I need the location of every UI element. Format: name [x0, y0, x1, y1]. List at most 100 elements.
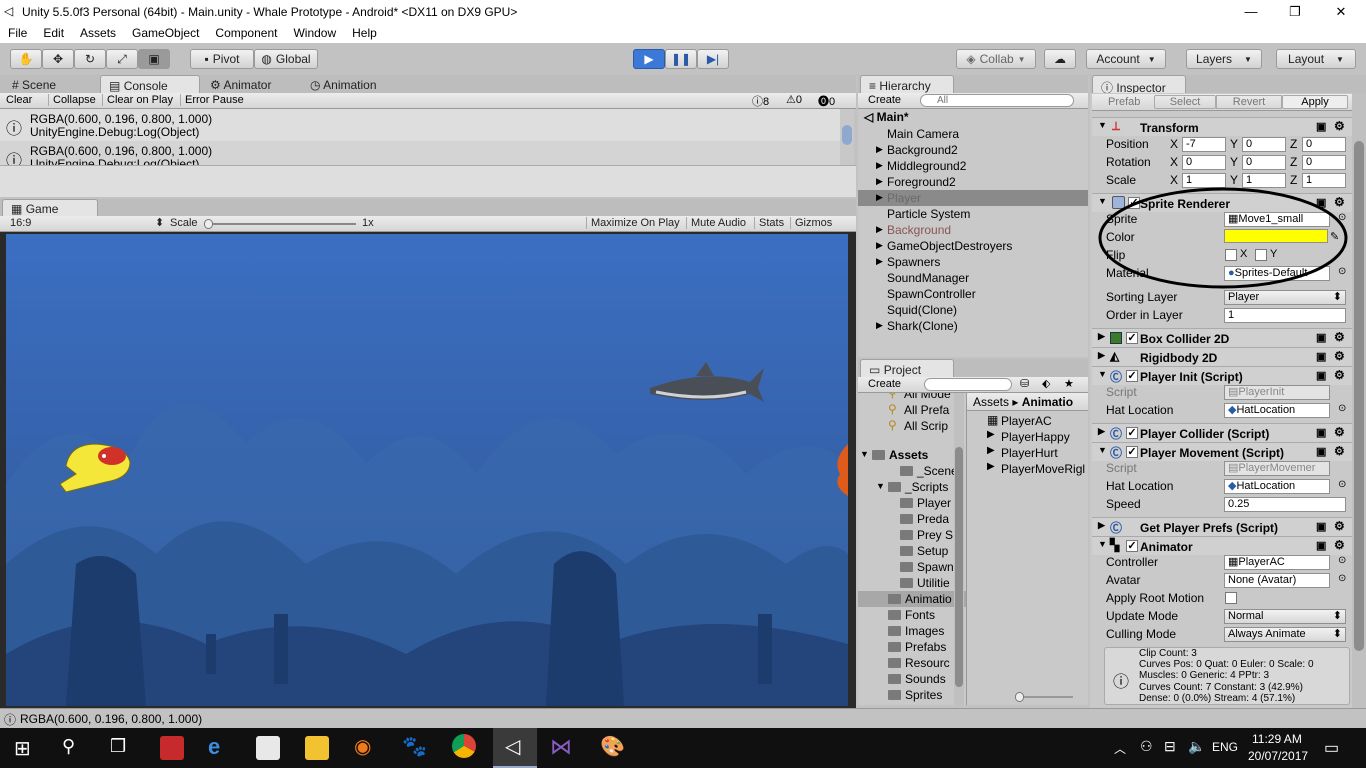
folder-item[interactable]: Prefabs [858, 639, 966, 655]
project-search-input[interactable] [924, 378, 1012, 391]
notification-icon[interactable]: ▭ [1324, 738, 1339, 758]
menu-gameobject[interactable]: GameObject [124, 26, 207, 40]
maximize-on-play-button[interactable]: Maximize On Play [586, 217, 680, 229]
gear-icon[interactable]: ⚙ [1334, 444, 1345, 458]
task-view-icon[interactable]: ❒ [110, 736, 126, 757]
chevron-right-icon[interactable]: ▶ [876, 256, 883, 267]
favorite-item[interactable]: ⚲ All Scrip [858, 418, 954, 434]
sorting-layer-dropdown[interactable]: Player ⬍ [1224, 290, 1346, 305]
collapse-button[interactable]: Collapse [48, 94, 96, 106]
transform-header[interactable]: ▼ ⟂ Transform ▣ ⚙ [1092, 117, 1354, 136]
menu-window[interactable]: Window [285, 26, 344, 40]
help-book-icon[interactable]: ▣ [1316, 539, 1326, 552]
chevron-down-icon[interactable]: ▼ [876, 481, 885, 491]
box-collider-header[interactable]: ▶ ✓ Box Collider 2D ▣ ⚙ [1092, 328, 1354, 347]
hierarchy-item[interactable]: ▶ Middleground2 [858, 158, 1088, 174]
error-pause-button[interactable]: Error Pause [180, 94, 244, 106]
volume-icon[interactable]: 🔈 [1188, 738, 1205, 755]
folder-item[interactable]: ▼ _Scripts [858, 479, 966, 495]
scrollbar-thumb[interactable] [1354, 141, 1364, 651]
menu-assets[interactable]: Assets [72, 26, 124, 40]
layout-dropdown[interactable]: Layout ▼ [1276, 49, 1356, 69]
folder-item[interactable]: Setup [858, 543, 966, 559]
gear-icon[interactable]: ⚙ [1334, 538, 1345, 552]
animator-enabled-checkbox[interactable]: ✓ [1126, 540, 1138, 552]
network-icon[interactable]: ⊟ [1164, 738, 1176, 755]
filter-type-icon[interactable]: ⛁ [1020, 377, 1029, 390]
player-init-header[interactable]: ▼ Ⓒ ✓ Player Init (Script) ▣ ⚙ [1092, 366, 1354, 385]
chevron-up-icon[interactable]: ︿ [1114, 740, 1126, 757]
prefab-apply-button[interactable]: Apply [1282, 95, 1348, 109]
object-picker-icon[interactable]: ⊙ [1338, 573, 1346, 584]
chrome-icon[interactable] [452, 734, 476, 758]
error-count-toggle[interactable]: ⓿0 [818, 93, 835, 109]
inspector-scrollbar[interactable] [1352, 93, 1366, 708]
tab-scene[interactable]: # Scene [4, 75, 64, 93]
gear-icon[interactable]: ⚙ [1334, 425, 1345, 439]
pause-button[interactable]: ❚❚ [665, 49, 697, 69]
scrollbar-thumb[interactable] [842, 125, 852, 145]
windows-start-icon[interactable]: ⊞ [14, 736, 31, 761]
help-book-icon[interactable]: ▣ [1316, 426, 1326, 439]
gimp-icon[interactable]: 🐾 [402, 734, 427, 759]
game-viewport[interactable] [6, 234, 848, 706]
chevron-down-icon[interactable]: ▼ [860, 449, 869, 459]
icon-size-slider-thumb[interactable] [1015, 692, 1024, 702]
box-collider-enabled-checkbox[interactable]: ✓ [1126, 332, 1138, 344]
edge-browser-icon[interactable]: e [208, 734, 220, 760]
hierarchy-search-input[interactable] [920, 94, 1074, 107]
menu-file[interactable]: File [0, 26, 35, 40]
star-icon[interactable]: ★ [1064, 377, 1074, 390]
hierarchy-item[interactable]: ▶ Player [858, 190, 1088, 206]
hierarchy-item[interactable]: ▶ Background [858, 222, 1088, 238]
pivot-button[interactable]: ▪ Pivot [190, 49, 254, 69]
tab-project[interactable]: ▭ Project [860, 359, 954, 377]
clock-time[interactable]: 11:29 AM [1252, 732, 1302, 746]
rigidbody-header[interactable]: ▶ ◭ Rigidbody 2D ▣ ⚙ [1092, 347, 1354, 366]
gizmos-button[interactable]: Gizmos [790, 217, 832, 229]
layers-dropdown[interactable]: Layers ▼ [1186, 49, 1262, 69]
tab-animator[interactable]: ⚙ Animator [202, 75, 279, 93]
scrollbar-thumb[interactable] [955, 447, 963, 687]
pos-x-field[interactable]: -7 [1182, 137, 1226, 152]
search-icon[interactable]: ⚲ [62, 736, 75, 757]
help-book-icon[interactable]: ▣ [1316, 120, 1326, 133]
rotate-tool-button[interactable]: ↻ [74, 49, 106, 69]
folder-item[interactable]: Spawn [858, 559, 966, 575]
hierarchy-create-button[interactable]: Create [868, 94, 901, 106]
rot-z-field[interactable]: 0 [1302, 155, 1346, 170]
folder-item[interactable]: Sprites [858, 687, 966, 703]
global-button[interactable]: ◍ Global [254, 49, 318, 69]
object-picker-icon[interactable]: ⊙ [1338, 555, 1346, 566]
menu-component[interactable]: Component [207, 26, 285, 40]
speed-field[interactable]: 0.25 [1224, 497, 1346, 512]
hierarchy-item[interactable]: Squid(Clone) [858, 302, 1088, 318]
project-create-button[interactable]: Create [868, 378, 901, 390]
collab-dropdown[interactable]: ◈ Collab ▼ [956, 49, 1036, 69]
clear-on-play-button[interactable]: Clear on Play [102, 94, 173, 106]
chevron-right-icon[interactable]: ▶ [876, 240, 883, 251]
gear-icon[interactable]: ⚙ [1334, 119, 1345, 133]
help-book-icon[interactable]: ▣ [1316, 369, 1326, 382]
folder-item[interactable]: ▼ Assets [858, 447, 966, 463]
tab-hierarchy[interactable]: ≡ Hierarchy [860, 75, 954, 93]
hierarchy-item[interactable]: SoundManager [858, 270, 1088, 286]
apply-root-motion-checkbox[interactable] [1225, 592, 1237, 604]
gear-icon[interactable]: ⚙ [1334, 349, 1345, 363]
help-book-icon[interactable]: ▣ [1316, 350, 1326, 363]
avatar-field[interactable]: None (Avatar) [1224, 573, 1330, 588]
chevron-right-icon[interactable]: ▶ [876, 192, 883, 203]
animator-header[interactable]: ▼ ▚ ✓ Animator ▣ ⚙ [1092, 536, 1354, 555]
hierarchy-item[interactable]: ▶ Background2 [858, 142, 1088, 158]
favorite-item[interactable]: ⚲ All Mode [858, 393, 954, 402]
folder-item[interactable]: Utilitie [858, 575, 966, 591]
hierarchy-item[interactable]: Particle System [858, 206, 1088, 222]
scale-slider-thumb[interactable] [204, 219, 213, 229]
object-picker-icon[interactable]: ⊙ [1338, 403, 1346, 414]
gear-icon[interactable]: ⚙ [1334, 368, 1345, 382]
folder-item[interactable]: Sounds [858, 671, 966, 687]
controller-field[interactable]: ▦PlayerAC [1224, 555, 1330, 570]
rot-y-field[interactable]: 0 [1242, 155, 1286, 170]
order-in-layer-field[interactable]: 1 [1224, 308, 1346, 323]
hierarchy-item[interactable]: ▶ Spawners [858, 254, 1088, 270]
